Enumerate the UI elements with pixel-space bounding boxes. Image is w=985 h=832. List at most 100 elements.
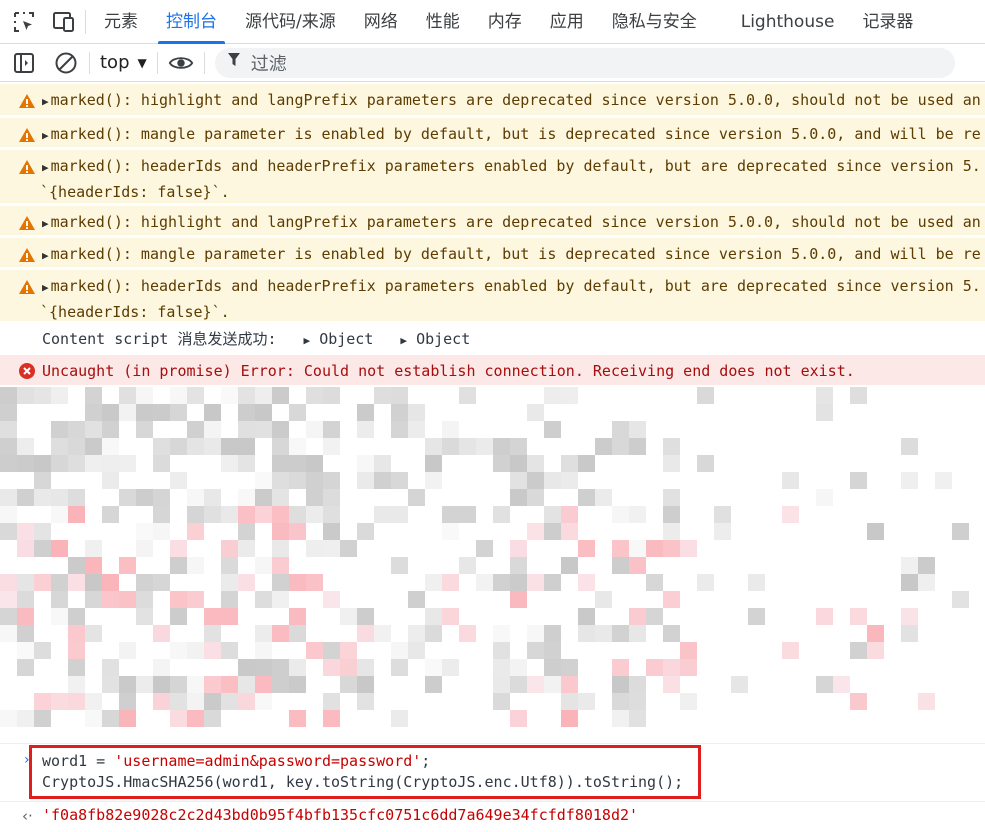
- mosaic-block: [136, 591, 153, 608]
- mosaic-block: [204, 642, 221, 659]
- mosaic-block: [34, 693, 51, 710]
- mosaic-block: [68, 574, 85, 591]
- mosaic-block: [306, 540, 323, 557]
- sidebar-toggle-icon[interactable]: [11, 50, 37, 76]
- mosaic-block: [459, 438, 476, 455]
- tab-recorder[interactable]: 记录器: [848, 0, 927, 44]
- warning-message[interactable]: ▶ marked(): headerIds and headerPrefix pa…: [0, 149, 985, 203]
- mosaic-block: [17, 438, 34, 455]
- warning-icon: [19, 128, 35, 142]
- mosaic-block: [102, 472, 119, 489]
- warning-icon: [19, 216, 35, 230]
- tab-lighthouse[interactable]: Lighthouse: [727, 0, 849, 44]
- obscured-region: [0, 387, 985, 743]
- error-icon: [19, 363, 35, 379]
- tab-sources[interactable]: 源代码/来源: [231, 0, 350, 44]
- device-toolbar-icon[interactable]: [51, 9, 77, 35]
- mosaic-block: [459, 625, 476, 642]
- filter-input[interactable]: 过滤: [214, 47, 955, 78]
- mosaic-block: [510, 676, 527, 693]
- tab-console[interactable]: 控制台: [152, 0, 231, 44]
- mosaic-block: [0, 608, 17, 625]
- mosaic-block: [391, 506, 408, 523]
- mosaic-block: [578, 489, 595, 506]
- result-value[interactable]: 'f0a8fb82e9028c2c2d43bd0b95f4bfb135cfc07…: [42, 806, 638, 824]
- mosaic-block: [204, 404, 221, 421]
- tab-application[interactable]: 应用: [536, 0, 598, 44]
- mosaic-block: [425, 574, 442, 591]
- mosaic-block: [119, 404, 136, 421]
- mosaic-block: [204, 710, 221, 727]
- mosaic-block: [238, 438, 255, 455]
- expand-triangle-icon[interactable]: ▶: [42, 217, 49, 230]
- mosaic-block: [544, 676, 561, 693]
- expand-triangle-icon[interactable]: ▶: [42, 249, 49, 262]
- expand-triangle-icon[interactable]: ▶: [42, 129, 49, 142]
- mosaic-block: [187, 523, 204, 540]
- mosaic-block: [85, 438, 102, 455]
- mosaic-block: [561, 455, 578, 472]
- expand-triangle-icon[interactable]: ▶: [42, 281, 49, 294]
- mosaic-block: [289, 608, 306, 625]
- mosaic-block: [782, 506, 799, 523]
- mosaic-block: [459, 387, 476, 404]
- mosaic-block: [102, 710, 119, 727]
- clear-console-icon[interactable]: [53, 50, 79, 76]
- mosaic-block: [153, 693, 170, 710]
- mosaic-block: [544, 387, 561, 404]
- log-text: Content script 消息发送成功:: [42, 330, 277, 348]
- mosaic-block: [170, 642, 187, 659]
- mosaic-block: [255, 489, 272, 506]
- warning-message[interactable]: ▶ marked(): highlight and langPrefix para…: [0, 205, 985, 235]
- mosaic-block: [527, 472, 544, 489]
- mosaic-block: [272, 676, 289, 693]
- mosaic-block: [493, 455, 510, 472]
- mosaic-block: [493, 438, 510, 455]
- console-toolbar: top ▼ 过滤: [0, 44, 985, 82]
- mosaic-block: [51, 540, 68, 557]
- warning-message[interactable]: ▶ marked(): headerIds and headerPrefix pa…: [0, 269, 985, 321]
- mosaic-block: [833, 676, 850, 693]
- mosaic-block: [221, 574, 238, 591]
- mosaic-block: [867, 642, 884, 659]
- tab-network[interactable]: 网络: [350, 0, 412, 44]
- tab-privacy-security[interactable]: 隐私与安全: [598, 0, 711, 44]
- mosaic-block: [374, 387, 391, 404]
- eye-icon[interactable]: [168, 50, 194, 76]
- mosaic-block: [663, 489, 680, 506]
- inspect-element-icon[interactable]: [11, 9, 37, 35]
- expand-triangle-icon: ▶: [303, 334, 311, 347]
- expand-triangle-icon[interactable]: ▶: [42, 161, 49, 174]
- error-message[interactable]: Uncaught (in promise) Error: Could not e…: [0, 355, 985, 385]
- console-input[interactable]: › word1 = 'username=admin&password=passw…: [0, 743, 985, 801]
- mosaic-block: [0, 421, 17, 438]
- tab-memory[interactable]: 内存: [474, 0, 536, 44]
- mosaic-block: [187, 591, 204, 608]
- mosaic-block: [102, 404, 119, 421]
- mosaic-block: [544, 642, 561, 659]
- mosaic-block: [748, 608, 765, 625]
- mosaic-block: [425, 625, 442, 642]
- warning-message[interactable]: ▶ marked(): mangle parameter is enabled b…: [0, 117, 985, 147]
- tab-performance[interactable]: 性能: [412, 0, 474, 44]
- object-expander[interactable]: ▶ Object: [304, 330, 374, 348]
- expand-triangle-icon[interactable]: ▶: [42, 95, 49, 108]
- mosaic-block: [272, 489, 289, 506]
- mosaic-block: [0, 710, 17, 727]
- mosaic-block: [187, 557, 204, 574]
- mosaic-block: [51, 693, 68, 710]
- context-selector[interactable]: top ▼: [100, 52, 147, 73]
- mosaic-block: [850, 387, 867, 404]
- mosaic-block: [119, 387, 136, 404]
- warning-message[interactable]: ▶ marked(): highlight and langPrefix para…: [0, 83, 985, 115]
- mosaic-block: [510, 659, 527, 676]
- mosaic-block: [646, 574, 663, 591]
- mosaic-block: [323, 387, 340, 404]
- mosaic-block: [510, 472, 527, 489]
- mosaic-block: [850, 642, 867, 659]
- warning-message[interactable]: ▶ marked(): mangle parameter is enabled b…: [0, 237, 985, 267]
- object-expander[interactable]: ▶ Object: [400, 330, 470, 348]
- mosaic-block: [136, 387, 153, 404]
- mosaic-block: [680, 659, 697, 676]
- tab-elements[interactable]: 元素: [90, 0, 152, 44]
